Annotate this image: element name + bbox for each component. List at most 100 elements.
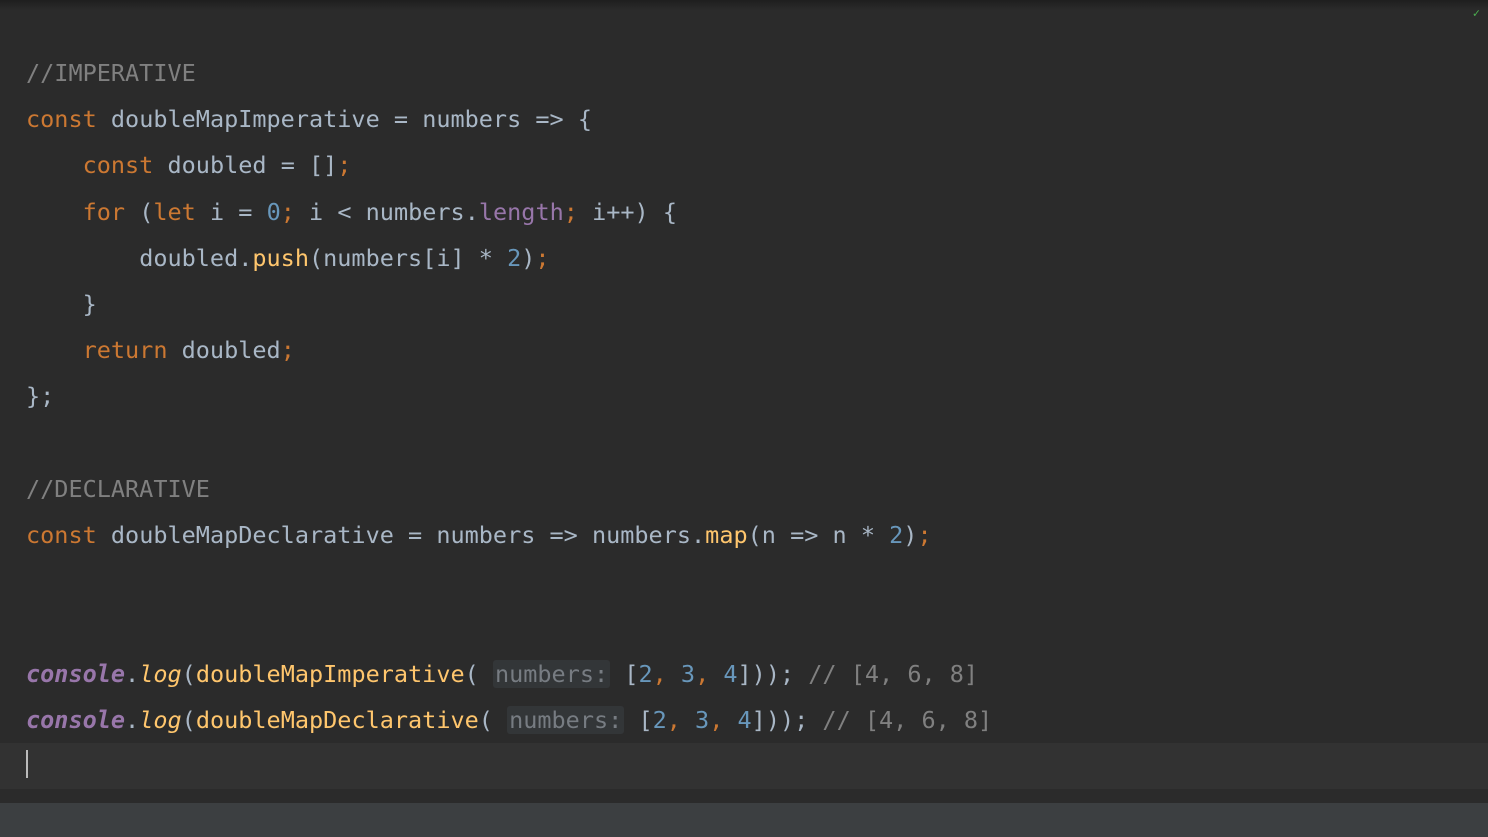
brace-close-semi: }; xyxy=(26,382,54,410)
indent xyxy=(26,151,83,179)
identifier: doubleMapImperative xyxy=(111,105,380,133)
code-line[interactable]: console.log(doubleMapDeclarative( number… xyxy=(26,697,1488,743)
status-check-icon: ✓ xyxy=(1473,6,1480,20)
empty-array: [] xyxy=(309,151,337,179)
code-line-blank[interactable] xyxy=(26,604,1488,650)
code-line[interactable]: //IMPERATIVE xyxy=(26,50,1488,96)
space xyxy=(479,660,493,688)
arrow: => xyxy=(535,521,592,549)
keyword-const: const xyxy=(26,105,97,133)
param: numbers xyxy=(422,105,521,133)
code-line[interactable]: for (let i = 0; i < numbers.length; i++)… xyxy=(26,189,1488,235)
paren-open: ( xyxy=(309,244,323,272)
identifier: n xyxy=(833,521,847,549)
op-eq: = xyxy=(224,198,266,226)
op-eq: = xyxy=(267,151,309,179)
code-line[interactable]: const doubleMapDeclarative = numbers => … xyxy=(26,512,1488,558)
arrow: => xyxy=(776,521,833,549)
space xyxy=(493,706,507,734)
brace-open: { xyxy=(663,198,677,226)
indent xyxy=(26,290,83,318)
op-mul: * xyxy=(465,244,507,272)
identifier: doubled xyxy=(139,244,238,272)
number: 4 xyxy=(723,660,737,688)
text-cursor xyxy=(26,750,28,778)
keyword-for: for xyxy=(83,198,125,226)
close-parens-semi: )); xyxy=(766,706,808,734)
parameter-hint: numbers: xyxy=(493,660,610,688)
paren-open: ( xyxy=(139,198,153,226)
code-line[interactable]: }; xyxy=(26,373,1488,419)
op-eq: = xyxy=(380,105,422,133)
semicolon: ; xyxy=(917,521,931,549)
space xyxy=(97,105,111,133)
space xyxy=(624,706,638,734)
code-editor[interactable]: ✓ //IMPERATIVE const doubleMapImperative… xyxy=(0,0,1488,837)
code-line[interactable]: return doubled; xyxy=(26,327,1488,373)
op-eq: = xyxy=(394,521,436,549)
code-line[interactable]: } xyxy=(26,281,1488,327)
paren-open: ( xyxy=(182,660,196,688)
number: 2 xyxy=(889,521,903,549)
method-call: map xyxy=(705,521,747,549)
property: length xyxy=(479,198,564,226)
number: 2 xyxy=(653,706,667,734)
indent xyxy=(26,336,83,364)
code-line-blank[interactable] xyxy=(26,558,1488,604)
method-call: push xyxy=(252,244,309,272)
keyword-return: return xyxy=(83,336,168,364)
code-line-current[interactable] xyxy=(0,743,1488,789)
dot: . xyxy=(465,198,479,226)
paren-close: ) xyxy=(521,244,535,272)
identifier: doubled xyxy=(182,336,281,364)
comment: //IMPERATIVE xyxy=(26,59,196,87)
code-line[interactable]: const doubleMapImperative = numbers => { xyxy=(26,96,1488,142)
keyword-let: let xyxy=(153,198,195,226)
paren-open: ( xyxy=(748,521,762,549)
bracket-open: [ xyxy=(422,244,436,272)
function-call: doubleMapImperative xyxy=(196,660,465,688)
bracket-open: [ xyxy=(624,660,638,688)
space xyxy=(808,706,822,734)
code-line[interactable]: //DECLARATIVE xyxy=(26,466,1488,512)
code-line[interactable]: console.log(doubleMapImperative( numbers… xyxy=(26,651,1488,697)
space xyxy=(578,198,592,226)
bracket-close: ] xyxy=(451,244,465,272)
paren-open: ( xyxy=(465,660,479,688)
semicolon: ; xyxy=(535,244,549,272)
identifier: numbers xyxy=(366,198,465,226)
comment: // [4, 6, 8] xyxy=(822,706,992,734)
comma: , xyxy=(695,660,723,688)
keyword-const: const xyxy=(83,151,154,179)
semicolon: ; xyxy=(281,336,295,364)
space xyxy=(125,198,139,226)
comment: //DECLARATIVE xyxy=(26,475,210,503)
param: numbers xyxy=(436,521,535,549)
builtin-console: console xyxy=(26,660,125,688)
dot: . xyxy=(125,706,139,734)
space xyxy=(794,660,808,688)
semicolon: ; xyxy=(337,151,351,179)
param: n xyxy=(762,521,776,549)
close-parens-semi: )); xyxy=(752,660,794,688)
keyword-const: const xyxy=(26,521,97,549)
function-call: doubleMapDeclarative xyxy=(196,706,479,734)
top-shadow xyxy=(0,0,1488,10)
code-line[interactable]: const doubled = []; xyxy=(26,142,1488,188)
code-line-blank[interactable] xyxy=(26,420,1488,466)
identifier: i xyxy=(592,198,606,226)
paren-open: ( xyxy=(182,706,196,734)
code-line[interactable]: doubled.push(numbers[i] * 2); xyxy=(26,235,1488,281)
semicolon: ; xyxy=(281,198,295,226)
method-log: log xyxy=(139,706,181,734)
comment: // [4, 6, 8] xyxy=(808,660,978,688)
status-bar[interactable] xyxy=(0,803,1488,837)
paren-close: ) xyxy=(635,198,649,226)
comma: , xyxy=(709,706,737,734)
identifier: i xyxy=(210,198,224,226)
number: 0 xyxy=(267,198,281,226)
parameter-hint: numbers: xyxy=(507,706,624,734)
bracket-open: [ xyxy=(638,706,652,734)
indent xyxy=(26,244,139,272)
op-lt: < xyxy=(323,198,365,226)
